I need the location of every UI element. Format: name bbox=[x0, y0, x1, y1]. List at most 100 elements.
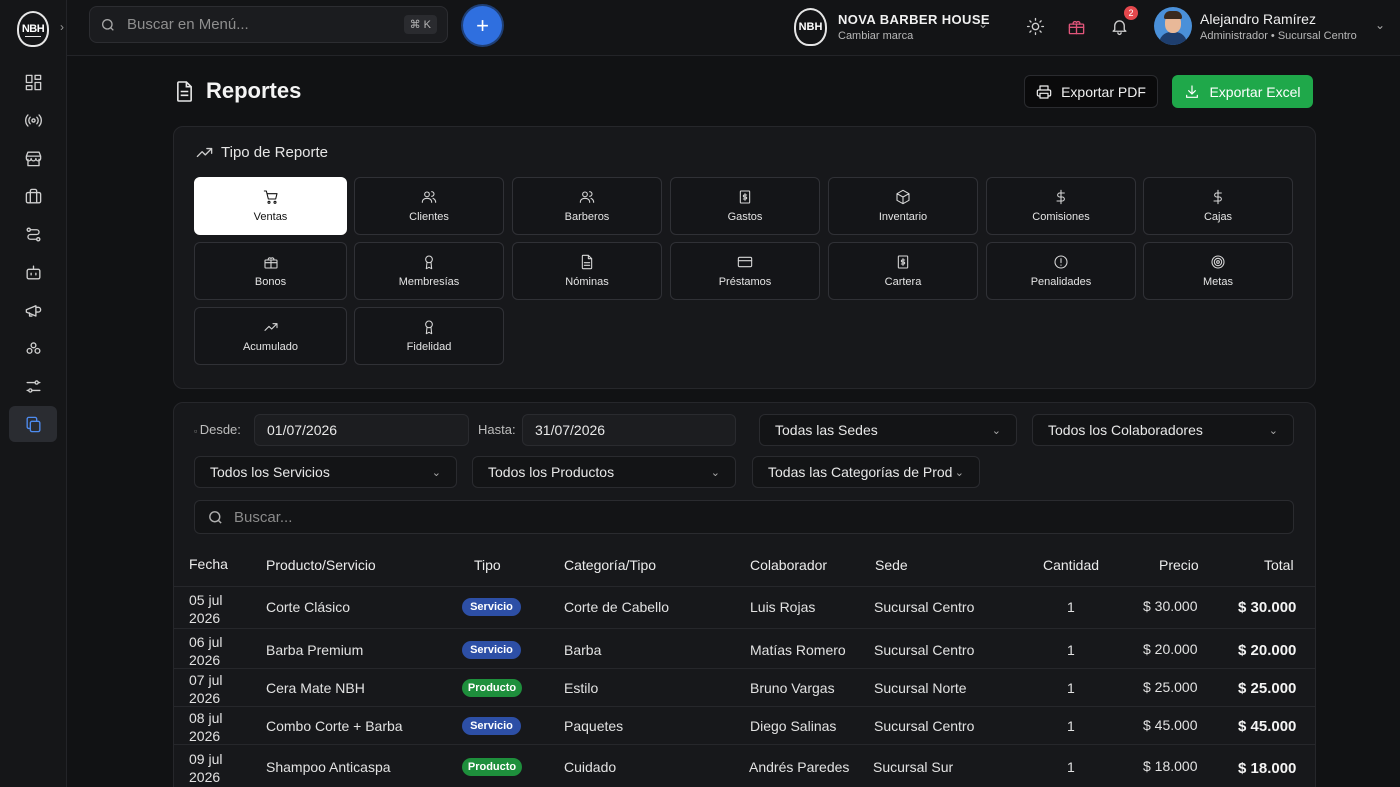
servicios-value: Todos los Servicios bbox=[210, 464, 330, 480]
gift-button[interactable] bbox=[1065, 15, 1087, 37]
theme-toggle[interactable] bbox=[1024, 15, 1046, 37]
col-precio[interactable]: Precio bbox=[1159, 557, 1199, 573]
nav-store[interactable] bbox=[9, 140, 57, 176]
export-excel-button[interactable]: Exportar Excel bbox=[1172, 75, 1313, 108]
brand-name[interactable]: NOVA BARBER HOUSE bbox=[838, 12, 990, 27]
app-logo[interactable]: NBH bbox=[17, 11, 49, 47]
date-day: 06 jul bbox=[189, 634, 223, 650]
tile-cajas[interactable]: Cajas bbox=[1143, 177, 1293, 235]
table-row-item: Barba Premium bbox=[266, 642, 364, 658]
tile-ventas[interactable]: Ventas bbox=[194, 177, 347, 235]
tile-gastos[interactable]: Gastos bbox=[670, 177, 820, 235]
broadcast-icon bbox=[24, 113, 42, 127]
tile-fidelidad[interactable]: Fidelidad bbox=[354, 307, 504, 365]
chevron-down-icon[interactable]: ⌄ bbox=[978, 17, 988, 31]
tile-bonos[interactable]: Bonos bbox=[194, 242, 347, 300]
date-day: 05 jul bbox=[189, 592, 223, 608]
productos-select[interactable]: Todos los Productos ⌄ bbox=[472, 456, 736, 488]
nav-routes[interactable] bbox=[9, 216, 57, 252]
col-total[interactable]: Total bbox=[1264, 557, 1294, 573]
colaboradores-value: Todos los Colaboradores bbox=[1048, 422, 1203, 438]
tile-membresias[interactable]: Membresías bbox=[354, 242, 504, 300]
col-producto[interactable]: Producto/Servicio bbox=[266, 557, 376, 573]
tile-acumulado[interactable]: Acumulado bbox=[194, 307, 347, 365]
table-row-branch: Sucursal Norte bbox=[874, 680, 967, 696]
date-year: 2026 bbox=[189, 728, 221, 744]
table-row-collaborator: Matías Romero bbox=[750, 642, 846, 658]
categorias-value: Todas las Categorías de Prod bbox=[768, 464, 953, 480]
sun-icon bbox=[1026, 17, 1044, 35]
topbar: Buscar en Menú... ⌘ K + NBH NOVA BARBER … bbox=[67, 0, 1400, 56]
receipt-icon bbox=[897, 255, 909, 269]
chevron-down-icon[interactable]: ⌄ bbox=[1375, 18, 1385, 32]
categorias-select[interactable]: Todas las Categorías de Prod ⌄ bbox=[752, 456, 980, 488]
dollar-icon bbox=[1056, 189, 1065, 205]
chevron-down-icon: ⌄ bbox=[954, 466, 964, 479]
table-row-collaborator: Andrés Paredes bbox=[749, 759, 850, 775]
nav-reportes[interactable] bbox=[9, 406, 57, 442]
nav-broadcast[interactable] bbox=[9, 102, 57, 138]
document-icon bbox=[175, 81, 194, 107]
tile-nominas[interactable]: Nóminas bbox=[512, 242, 662, 300]
tile-label: Comisiones bbox=[1032, 211, 1090, 223]
chevron-down-icon: ⌄ bbox=[710, 466, 720, 479]
tile-label: Fidelidad bbox=[406, 341, 452, 353]
table-row-price: $ 25.000 bbox=[1143, 679, 1198, 695]
add-button[interactable]: + bbox=[463, 6, 502, 45]
award-icon bbox=[425, 320, 433, 335]
col-fecha[interactable]: Fecha bbox=[189, 556, 228, 572]
tile-comisiones[interactable]: Comisiones bbox=[986, 177, 1136, 235]
alert-icon bbox=[1054, 255, 1068, 269]
tile-penalidades[interactable]: Penalidades bbox=[986, 242, 1136, 300]
page-title: Reportes bbox=[206, 78, 302, 103]
export-excel-label: Exportar Excel bbox=[1209, 83, 1301, 100]
nav-network[interactable] bbox=[9, 330, 57, 366]
user-name[interactable]: Alejandro Ramírez bbox=[1200, 11, 1316, 27]
table-search-input[interactable]: Buscar... bbox=[194, 500, 1294, 534]
tile-barberos[interactable]: Barberos bbox=[512, 177, 662, 235]
tile-label: Ventas bbox=[253, 211, 288, 223]
table-row-price: $ 18.000 bbox=[1143, 758, 1198, 774]
col-categoria[interactable]: Categoría/Tipo bbox=[564, 557, 656, 573]
users-icon bbox=[579, 191, 595, 203]
tile-inventario[interactable]: Inventario bbox=[828, 177, 978, 235]
trending-up-icon bbox=[195, 143, 214, 167]
export-pdf-button[interactable]: Exportar PDF bbox=[1024, 75, 1158, 108]
dollar-icon bbox=[1213, 189, 1222, 205]
colaboradores-select[interactable]: Todos los Colaboradores ⌄ bbox=[1032, 414, 1294, 446]
col-colaborador[interactable]: Colaborador bbox=[750, 557, 827, 573]
tile-label: Nóminas bbox=[565, 276, 609, 288]
network-icon bbox=[25, 341, 41, 354]
date-day: 07 jul bbox=[189, 672, 223, 688]
table-row-qty: 1 bbox=[1067, 759, 1075, 775]
nav-briefcase[interactable] bbox=[9, 178, 57, 214]
download-icon bbox=[1186, 84, 1199, 98]
nav-dashboard[interactable] bbox=[9, 64, 57, 100]
desde-date-input[interactable]: 01/07/2026 bbox=[254, 414, 469, 446]
chevron-right-icon[interactable]: › bbox=[60, 20, 64, 34]
users-icon bbox=[421, 191, 437, 203]
search-icon bbox=[102, 18, 114, 31]
hasta-label: Hasta: bbox=[478, 422, 516, 437]
sedes-select[interactable]: Todas las Sedes ⌄ bbox=[759, 414, 1017, 446]
nav-marketing[interactable] bbox=[9, 292, 57, 328]
col-tipo[interactable]: Tipo bbox=[474, 557, 501, 573]
col-sede[interactable]: Sede bbox=[875, 557, 908, 573]
tile-prestamos[interactable]: Préstamos bbox=[670, 242, 820, 300]
hasta-date-input[interactable]: 31/07/2026 bbox=[522, 414, 736, 446]
servicios-select[interactable]: Todos los Servicios ⌄ bbox=[194, 456, 457, 488]
nav-settings-sliders[interactable] bbox=[9, 368, 57, 404]
type-badge: Producto bbox=[462, 679, 522, 697]
table-row-category: Cuidado bbox=[564, 759, 617, 775]
type-badge: Servicio bbox=[462, 598, 521, 616]
col-cantidad[interactable]: Cantidad bbox=[1043, 557, 1099, 573]
search-placeholder: Buscar en Menú... bbox=[127, 16, 249, 33]
nav-bot[interactable] bbox=[9, 254, 57, 290]
tile-metas[interactable]: Metas bbox=[1143, 242, 1293, 300]
change-brand-link[interactable]: Cambiar marca bbox=[838, 30, 913, 42]
tile-clientes[interactable]: Clientes bbox=[354, 177, 504, 235]
avatar[interactable] bbox=[1154, 7, 1192, 45]
table-row-collaborator: Diego Salinas bbox=[750, 718, 837, 734]
menu-search-input[interactable]: Buscar en Menú... ⌘ K bbox=[89, 6, 448, 43]
tile-cartera[interactable]: Cartera bbox=[828, 242, 978, 300]
